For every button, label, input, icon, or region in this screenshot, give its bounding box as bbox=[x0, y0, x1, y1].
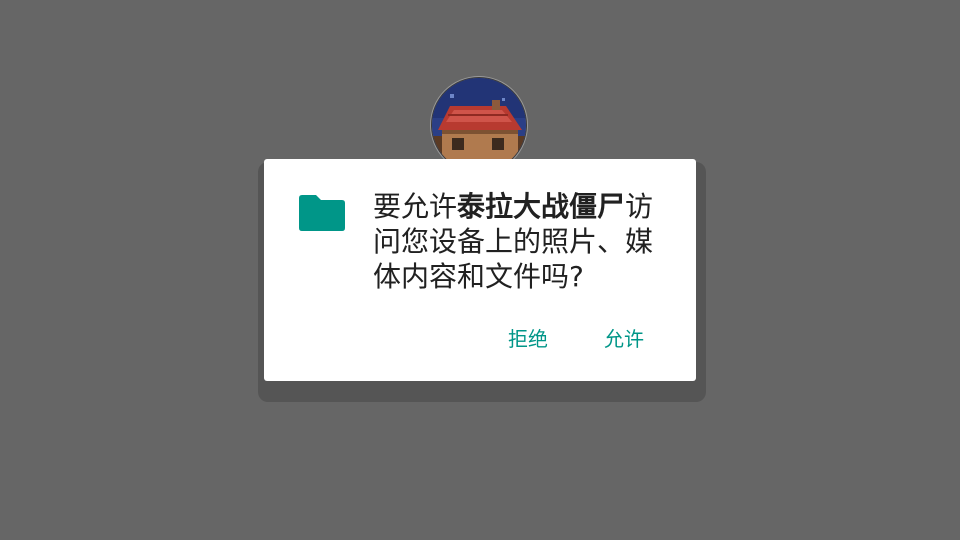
deny-button[interactable]: 拒绝 bbox=[508, 325, 548, 353]
app-name: 泰拉大战僵尸 bbox=[457, 190, 626, 223]
permission-message: 要允许泰拉大战僵尸访问您设备上的照片、媒体内容和文件吗? bbox=[373, 189, 679, 294]
house-icon bbox=[432, 78, 526, 172]
message-prefix: 要允许 bbox=[373, 190, 458, 223]
folder-icon bbox=[298, 193, 346, 233]
screen: 要允许泰拉大战僵尸访问您设备上的照片、媒体内容和文件吗? 拒绝 允许 bbox=[0, 0, 960, 540]
allow-button[interactable]: 允许 bbox=[604, 325, 644, 353]
permission-dialog: 要允许泰拉大战僵尸访问您设备上的照片、媒体内容和文件吗? 拒绝 允许 bbox=[264, 159, 696, 381]
app-icon bbox=[432, 78, 526, 172]
